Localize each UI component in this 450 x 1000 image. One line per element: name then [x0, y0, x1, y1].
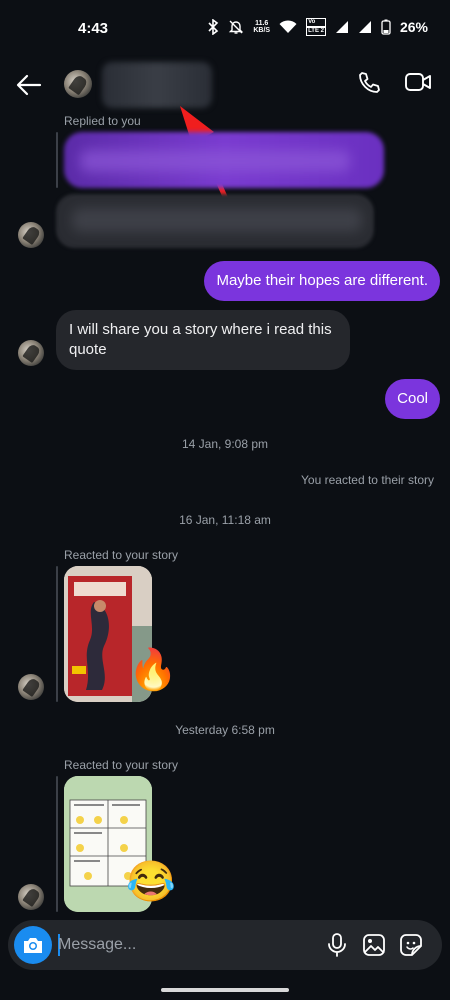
- phone-icon: [359, 72, 380, 93]
- timestamp: Yesterday 6:58 pm: [175, 723, 275, 737]
- video-call-button[interactable]: [404, 70, 434, 100]
- back-button[interactable]: [14, 70, 44, 100]
- incoming-message[interactable]: I will share you a story where i read th…: [56, 310, 350, 370]
- outgoing-message[interactable]: Maybe their hopes are different.: [204, 261, 440, 301]
- reply-indicator-bar: [56, 566, 58, 702]
- sticker-icon: [400, 934, 422, 956]
- timestamp: 14 Jan, 9:08 pm: [181, 437, 269, 451]
- volte-bottom: LTE 2: [306, 27, 326, 36]
- camera-button[interactable]: [14, 926, 52, 964]
- sender-avatar[interactable]: [18, 884, 44, 910]
- net-speed-value: 11.6: [255, 20, 269, 27]
- incoming-message-blurred-text: [72, 208, 362, 232]
- arrow-left-icon: [16, 74, 42, 96]
- contact-avatar[interactable]: [64, 70, 92, 98]
- message-input[interactable]: [58, 930, 298, 960]
- signal-icon: [335, 21, 348, 33]
- volte-top: Vo: [306, 18, 326, 27]
- image-icon: [363, 934, 385, 956]
- gallery-button[interactable]: [361, 932, 387, 958]
- video-camera-icon: [405, 73, 431, 91]
- fire-reaction-emoji: 🔥: [128, 648, 178, 692]
- outgoing-message[interactable]: Cool: [385, 379, 440, 419]
- story-reaction-label: Reacted to your story: [64, 758, 179, 772]
- sticker-button[interactable]: [398, 932, 424, 958]
- sender-avatar[interactable]: [18, 674, 44, 700]
- message-composer: [8, 920, 442, 970]
- reply-indicator-bar: [56, 132, 58, 188]
- reply-indicator-bar: [56, 776, 58, 912]
- status-bar: 4:43 11.6 KB/S Vo LTE 2 26%: [0, 0, 450, 58]
- microphone-button[interactable]: [324, 932, 350, 958]
- timestamp: 16 Jan, 11:18 am: [179, 513, 271, 527]
- wifi-icon: [279, 20, 297, 33]
- sender-avatar[interactable]: [18, 340, 44, 366]
- signal-icon: [358, 21, 371, 33]
- sender-avatar[interactable]: [18, 222, 44, 248]
- story-reaction-label: Reacted to your story: [64, 548, 179, 562]
- home-indicator[interactable]: [161, 988, 289, 992]
- battery-icon: [381, 19, 391, 35]
- mute-bell-icon: [229, 20, 244, 34]
- net-speed-unit: KB/S: [253, 27, 271, 34]
- camera-icon: [24, 938, 42, 953]
- microphone-icon: [328, 933, 346, 957]
- reacted-note: You reacted to their story: [301, 473, 434, 487]
- bluetooth-icon: [208, 19, 219, 35]
- battery-percentage: 26%: [399, 19, 428, 35]
- replied-message-blurred-text: [80, 150, 350, 172]
- status-time: 4:43: [78, 20, 109, 37]
- voice-call-button[interactable]: [356, 70, 386, 100]
- status-icons: 11.6 KB/S Vo LTE 2 26%: [207, 18, 428, 36]
- laughing-reaction-emoji: 😂: [126, 860, 176, 904]
- net-speed: 11.6 KB/S: [253, 20, 270, 34]
- volte-badge: Vo LTE 2: [306, 18, 326, 36]
- replied-label: Replied to you: [64, 114, 141, 128]
